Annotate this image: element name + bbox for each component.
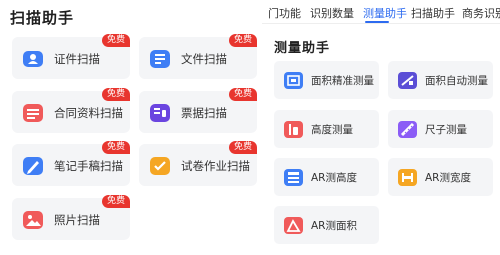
card-label: 笔记手稿扫描 <box>54 159 123 173</box>
free-badge: 免费 <box>228 34 257 47</box>
card-label: 文件扫描 <box>181 52 227 66</box>
area-auto-icon <box>398 72 417 89</box>
note-scan-card[interactable]: 免费 笔记手稿扫描 <box>12 141 130 186</box>
card-label: 面积精准测量 <box>311 75 374 87</box>
card-label: AR测面积 <box>311 220 357 232</box>
exam-scan-card[interactable]: 免费 试卷作业扫描 <box>139 141 257 186</box>
exam-paper-icon <box>150 157 170 175</box>
measure-helper-panel: 门功能 识别数量 测量助手 扫描助手 商务识别 测量助手 面积精准测量 面积自动… <box>262 0 500 255</box>
receipt-icon <box>150 104 170 122</box>
free-badge: 免费 <box>228 141 257 154</box>
area-precise-icon <box>284 72 303 89</box>
document-icon <box>150 50 170 68</box>
area-precise-card[interactable]: 面积精准测量 <box>274 61 379 99</box>
card-label: 高度测量 <box>311 124 353 136</box>
ar-height-icon <box>284 169 303 186</box>
ruler-icon <box>398 121 417 138</box>
card-label: 面积自动测量 <box>425 75 488 87</box>
id-card-scan-card[interactable]: 免费 证件扫描 <box>12 34 130 79</box>
height-measure-card[interactable]: 高度测量 <box>274 110 379 148</box>
tab-recognize-count[interactable]: 识别数量 <box>310 5 354 21</box>
ruler-measure-card[interactable]: 尺子测量 <box>388 110 493 148</box>
category-tabs: 门功能 识别数量 测量助手 扫描助手 商务识别 <box>262 0 500 24</box>
card-label: 证件扫描 <box>54 52 100 66</box>
ar-area-card[interactable]: AR测面积 <box>274 206 379 244</box>
tab-functions[interactable]: 门功能 <box>268 5 301 21</box>
file-scan-card[interactable]: 免费 文件扫描 <box>139 34 257 79</box>
ar-area-icon <box>284 217 303 234</box>
receipt-scan-card[interactable]: 免费 票据扫描 <box>139 88 257 133</box>
scan-helper-panel: 扫描助手 免费 证件扫描 免费 文件扫描 免费 合同资料扫描 免费 票据扫描 免… <box>0 0 262 255</box>
tab-scan-helper[interactable]: 扫描助手 <box>411 5 455 21</box>
id-card-icon <box>23 51 43 67</box>
ar-width-card[interactable]: AR测宽度 <box>388 158 493 196</box>
contract-icon <box>23 104 43 122</box>
card-label: 照片扫描 <box>54 213 100 227</box>
scan-helper-title: 扫描助手 <box>10 9 75 27</box>
free-badge: 免费 <box>101 141 130 154</box>
ar-width-icon <box>398 169 417 186</box>
area-auto-card[interactable]: 面积自动测量 <box>388 61 493 99</box>
active-tab-indicator <box>365 21 389 23</box>
card-label: AR测宽度 <box>425 172 471 184</box>
tab-measure-helper[interactable]: 测量助手 <box>363 5 407 21</box>
ar-height-card[interactable]: AR测高度 <box>274 158 379 196</box>
card-label: 试卷作业扫描 <box>181 159 250 173</box>
free-badge: 免费 <box>101 34 130 47</box>
height-icon <box>284 121 303 138</box>
contract-scan-card[interactable]: 免费 合同资料扫描 <box>12 88 130 133</box>
photo-icon <box>23 211 43 229</box>
card-label: AR测高度 <box>311 172 357 184</box>
card-label: 票据扫描 <box>181 106 227 120</box>
free-badge: 免费 <box>101 88 130 101</box>
tab-business-recognize[interactable]: 商务识别 <box>462 5 500 21</box>
card-label: 合同资料扫描 <box>54 106 123 120</box>
card-label: 尺子测量 <box>425 124 467 136</box>
free-badge: 免费 <box>101 195 130 208</box>
measure-helper-title: 测量助手 <box>274 41 331 56</box>
photo-scan-card[interactable]: 免费 照片扫描 <box>12 195 130 240</box>
pen-note-icon <box>23 157 43 175</box>
free-badge: 免费 <box>228 88 257 101</box>
